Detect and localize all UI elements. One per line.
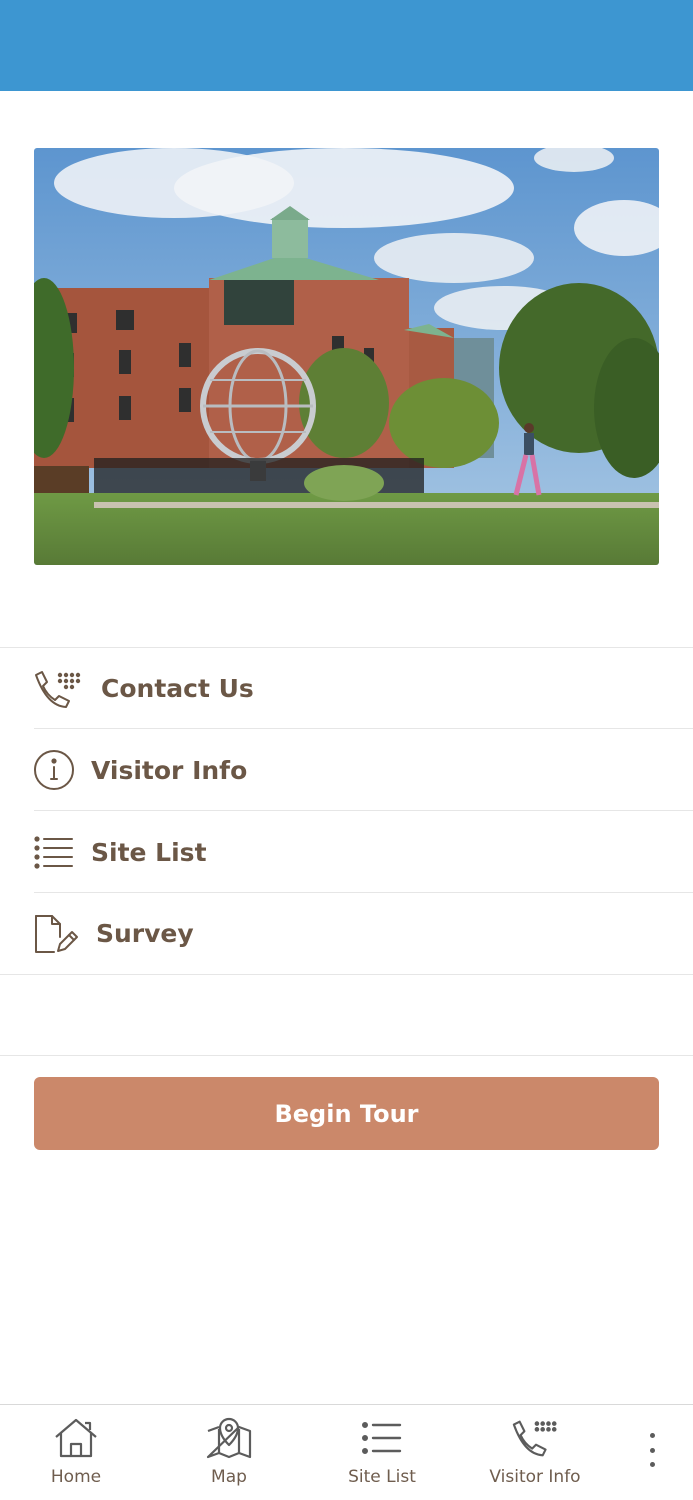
menu-item-label: Visitor Info xyxy=(91,755,248,785)
menu-item-label: Contact Us xyxy=(101,674,254,703)
list-icon xyxy=(32,829,88,875)
list-icon xyxy=(357,1415,407,1461)
phone-dialpad-icon xyxy=(510,1415,560,1461)
menu-item-label: Survey xyxy=(96,919,194,948)
menu-item-visitor-info[interactable]: Visitor Info xyxy=(0,729,693,811)
divider xyxy=(0,1055,693,1056)
nav-item-visitor-info[interactable]: Visitor Info xyxy=(465,1415,605,1487)
info-circle-icon xyxy=(32,747,88,793)
map-pin-icon xyxy=(204,1415,254,1461)
nav-label: Visitor Info xyxy=(489,1467,581,1487)
menu-item-contact-us[interactable]: Contact Us xyxy=(0,647,693,729)
nav-item-map[interactable]: Map xyxy=(159,1415,299,1487)
nav-item-home[interactable]: Home xyxy=(6,1415,146,1487)
menu-item-site-list[interactable]: Site List xyxy=(0,811,693,893)
phone-dialpad-icon xyxy=(32,666,88,712)
top-app-bar xyxy=(0,0,693,91)
menu-item-survey[interactable]: Survey xyxy=(0,893,693,975)
more-vertical-icon[interactable] xyxy=(636,1429,668,1471)
bottom-navigation: Home Map Site List Visitor Info xyxy=(0,1404,693,1500)
nav-label: Home xyxy=(50,1467,102,1487)
hero-image xyxy=(34,148,659,565)
nav-item-site-list[interactable]: Site List xyxy=(312,1415,452,1487)
home-icon xyxy=(51,1415,101,1461)
nav-label: Map xyxy=(211,1467,247,1487)
menu-item-label: Site List xyxy=(91,837,207,867)
nav-label: Site List xyxy=(348,1467,416,1487)
begin-tour-button[interactable]: Begin Tour xyxy=(34,1077,659,1150)
main-menu: Contact Us Visitor Info Site List Survey xyxy=(0,647,693,975)
document-edit-icon xyxy=(32,911,88,957)
